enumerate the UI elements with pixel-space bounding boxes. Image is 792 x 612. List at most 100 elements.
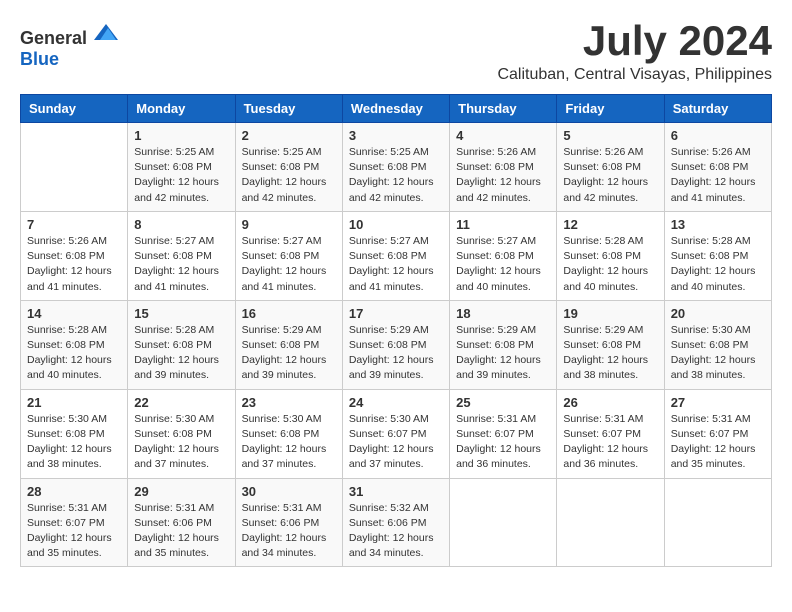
calendar-cell: 11 Sunrise: 5:27 AM Sunset: 6:08 PM Dayli… bbox=[450, 211, 557, 300]
day-number: 9 bbox=[242, 217, 336, 232]
calendar-cell: 8 Sunrise: 5:27 AM Sunset: 6:08 PM Daylig… bbox=[128, 211, 235, 300]
calendar-week-row: 14Sunrise: 5:28 AM Sunset: 6:08 PM Dayli… bbox=[21, 300, 772, 389]
calendar-cell: 9 Sunrise: 5:27 AM Sunset: 6:08 PM Daylig… bbox=[235, 211, 342, 300]
calendar-cell: 24Sunrise: 5:30 AM Sunset: 6:07 PM Dayli… bbox=[342, 389, 449, 478]
header-row: SundayMondayTuesdayWednesdayThursdayFrid… bbox=[21, 95, 772, 123]
calendar-cell: 2 Sunrise: 5:25 AM Sunset: 6:08 PM Daylig… bbox=[235, 123, 342, 212]
calendar-cell: 1 Sunrise: 5:25 AM Sunset: 6:08 PM Daylig… bbox=[128, 123, 235, 212]
day-number: 5 bbox=[563, 128, 657, 143]
header-day: Sunday bbox=[21, 95, 128, 123]
day-number: 17 bbox=[349, 306, 443, 321]
calendar-week-row: 7 Sunrise: 5:26 AM Sunset: 6:08 PM Daylig… bbox=[21, 211, 772, 300]
month-title: July 2024 bbox=[497, 20, 772, 62]
day-number: 12 bbox=[563, 217, 657, 232]
day-number: 13 bbox=[671, 217, 765, 232]
day-detail: Sunrise: 5:26 AM Sunset: 6:08 PM Dayligh… bbox=[27, 234, 121, 295]
day-detail: Sunrise: 5:30 AM Sunset: 6:08 PM Dayligh… bbox=[134, 412, 228, 473]
day-detail: Sunrise: 5:27 AM Sunset: 6:08 PM Dayligh… bbox=[456, 234, 550, 295]
calendar-cell: 18 Sunrise: 5:29 AM Sunset: 6:08 PM Dayli… bbox=[450, 300, 557, 389]
header-day: Tuesday bbox=[235, 95, 342, 123]
calendar-cell: 3Sunrise: 5:25 AM Sunset: 6:08 PM Daylig… bbox=[342, 123, 449, 212]
day-detail: Sunrise: 5:26 AM Sunset: 6:08 PM Dayligh… bbox=[671, 145, 765, 206]
calendar-cell: 21 Sunrise: 5:30 AM Sunset: 6:08 PM Dayli… bbox=[21, 389, 128, 478]
calendar-cell: 12 Sunrise: 5:28 AM Sunset: 6:08 PM Dayli… bbox=[557, 211, 664, 300]
day-number: 25 bbox=[456, 395, 550, 410]
calendar-cell: 14Sunrise: 5:28 AM Sunset: 6:08 PM Dayli… bbox=[21, 300, 128, 389]
calendar-cell: 29Sunrise: 5:31 AM Sunset: 6:06 PM Dayli… bbox=[128, 478, 235, 567]
calendar-cell: 13 Sunrise: 5:28 AM Sunset: 6:08 PM Dayli… bbox=[664, 211, 771, 300]
day-detail: Sunrise: 5:29 AM Sunset: 6:08 PM Dayligh… bbox=[242, 323, 336, 384]
calendar-cell: 23Sunrise: 5:30 AM Sunset: 6:08 PM Dayli… bbox=[235, 389, 342, 478]
day-number: 31 bbox=[349, 484, 443, 499]
day-number: 11 bbox=[456, 217, 550, 232]
calendar-week-row: 28Sunrise: 5:31 AM Sunset: 6:07 PM Dayli… bbox=[21, 478, 772, 567]
calendar-cell: 4 Sunrise: 5:26 AM Sunset: 6:08 PM Daylig… bbox=[450, 123, 557, 212]
header-day: Thursday bbox=[450, 95, 557, 123]
calendar-cell: 28Sunrise: 5:31 AM Sunset: 6:07 PM Dayli… bbox=[21, 478, 128, 567]
day-detail: Sunrise: 5:30 AM Sunset: 6:08 PM Dayligh… bbox=[671, 323, 765, 384]
day-detail: Sunrise: 5:30 AM Sunset: 6:08 PM Dayligh… bbox=[27, 412, 121, 473]
calendar-cell: 25 Sunrise: 5:31 AM Sunset: 6:07 PM Dayli… bbox=[450, 389, 557, 478]
calendar-cell bbox=[450, 478, 557, 567]
location-title: Calituban, Central Visayas, Philippines bbox=[497, 66, 772, 84]
day-detail: Sunrise: 5:31 AM Sunset: 6:06 PM Dayligh… bbox=[242, 501, 336, 562]
day-detail: Sunrise: 5:26 AM Sunset: 6:08 PM Dayligh… bbox=[456, 145, 550, 206]
day-detail: Sunrise: 5:29 AM Sunset: 6:08 PM Dayligh… bbox=[349, 323, 443, 384]
day-number: 2 bbox=[242, 128, 336, 143]
calendar-week-row: 1 Sunrise: 5:25 AM Sunset: 6:08 PM Daylig… bbox=[21, 123, 772, 212]
day-detail: Sunrise: 5:31 AM Sunset: 6:07 PM Dayligh… bbox=[27, 501, 121, 562]
day-detail: Sunrise: 5:31 AM Sunset: 6:07 PM Dayligh… bbox=[456, 412, 550, 473]
day-detail: Sunrise: 5:25 AM Sunset: 6:08 PM Dayligh… bbox=[134, 145, 228, 206]
day-detail: Sunrise: 5:29 AM Sunset: 6:08 PM Dayligh… bbox=[456, 323, 550, 384]
day-number: 10 bbox=[349, 217, 443, 232]
header-day: Friday bbox=[557, 95, 664, 123]
day-detail: Sunrise: 5:27 AM Sunset: 6:08 PM Dayligh… bbox=[242, 234, 336, 295]
header: General Blue July 2024 Calituban, Centra… bbox=[20, 20, 772, 84]
day-detail: Sunrise: 5:28 AM Sunset: 6:08 PM Dayligh… bbox=[563, 234, 657, 295]
day-detail: Sunrise: 5:25 AM Sunset: 6:08 PM Dayligh… bbox=[349, 145, 443, 206]
calendar-cell: 6 Sunrise: 5:26 AM Sunset: 6:08 PM Daylig… bbox=[664, 123, 771, 212]
day-detail: Sunrise: 5:29 AM Sunset: 6:08 PM Dayligh… bbox=[563, 323, 657, 384]
day-detail: Sunrise: 5:27 AM Sunset: 6:08 PM Dayligh… bbox=[134, 234, 228, 295]
day-number: 4 bbox=[456, 128, 550, 143]
day-number: 18 bbox=[456, 306, 550, 321]
calendar-cell: 16Sunrise: 5:29 AM Sunset: 6:08 PM Dayli… bbox=[235, 300, 342, 389]
day-number: 27 bbox=[671, 395, 765, 410]
day-detail: Sunrise: 5:32 AM Sunset: 6:06 PM Dayligh… bbox=[349, 501, 443, 562]
calendar-cell: 26Sunrise: 5:31 AM Sunset: 6:07 PM Dayli… bbox=[557, 389, 664, 478]
calendar-cell bbox=[557, 478, 664, 567]
day-detail: Sunrise: 5:28 AM Sunset: 6:08 PM Dayligh… bbox=[134, 323, 228, 384]
day-number: 20 bbox=[671, 306, 765, 321]
day-number: 7 bbox=[27, 217, 121, 232]
day-detail: Sunrise: 5:27 AM Sunset: 6:08 PM Dayligh… bbox=[349, 234, 443, 295]
day-detail: Sunrise: 5:28 AM Sunset: 6:08 PM Dayligh… bbox=[27, 323, 121, 384]
header-day: Monday bbox=[128, 95, 235, 123]
calendar-cell bbox=[664, 478, 771, 567]
calendar-table: SundayMondayTuesdayWednesdayThursdayFrid… bbox=[20, 94, 772, 567]
day-number: 6 bbox=[671, 128, 765, 143]
day-number: 1 bbox=[134, 128, 228, 143]
day-detail: Sunrise: 5:31 AM Sunset: 6:06 PM Dayligh… bbox=[134, 501, 228, 562]
calendar-cell: 5Sunrise: 5:26 AM Sunset: 6:08 PM Daylig… bbox=[557, 123, 664, 212]
day-number: 15 bbox=[134, 306, 228, 321]
calendar-cell: 19 Sunrise: 5:29 AM Sunset: 6:08 PM Dayli… bbox=[557, 300, 664, 389]
calendar-cell: 30 Sunrise: 5:31 AM Sunset: 6:06 PM Dayli… bbox=[235, 478, 342, 567]
calendar-cell: 10 Sunrise: 5:27 AM Sunset: 6:08 PM Dayli… bbox=[342, 211, 449, 300]
day-number: 30 bbox=[242, 484, 336, 499]
day-number: 19 bbox=[563, 306, 657, 321]
day-detail: Sunrise: 5:25 AM Sunset: 6:08 PM Dayligh… bbox=[242, 145, 336, 206]
calendar-cell: 17 Sunrise: 5:29 AM Sunset: 6:08 PM Dayli… bbox=[342, 300, 449, 389]
day-detail: Sunrise: 5:28 AM Sunset: 6:08 PM Dayligh… bbox=[671, 234, 765, 295]
day-number: 21 bbox=[27, 395, 121, 410]
day-number: 23 bbox=[242, 395, 336, 410]
day-number: 24 bbox=[349, 395, 443, 410]
day-number: 8 bbox=[134, 217, 228, 232]
calendar-cell: 27Sunrise: 5:31 AM Sunset: 6:07 PM Dayli… bbox=[664, 389, 771, 478]
logo-text: General Blue bbox=[20, 20, 118, 70]
calendar-cell: 15 Sunrise: 5:28 AM Sunset: 6:08 PM Dayli… bbox=[128, 300, 235, 389]
day-number: 22 bbox=[134, 395, 228, 410]
header-day: Saturday bbox=[664, 95, 771, 123]
day-number: 26 bbox=[563, 395, 657, 410]
logo-blue: Blue bbox=[20, 49, 59, 69]
logo: General Blue bbox=[20, 20, 118, 70]
